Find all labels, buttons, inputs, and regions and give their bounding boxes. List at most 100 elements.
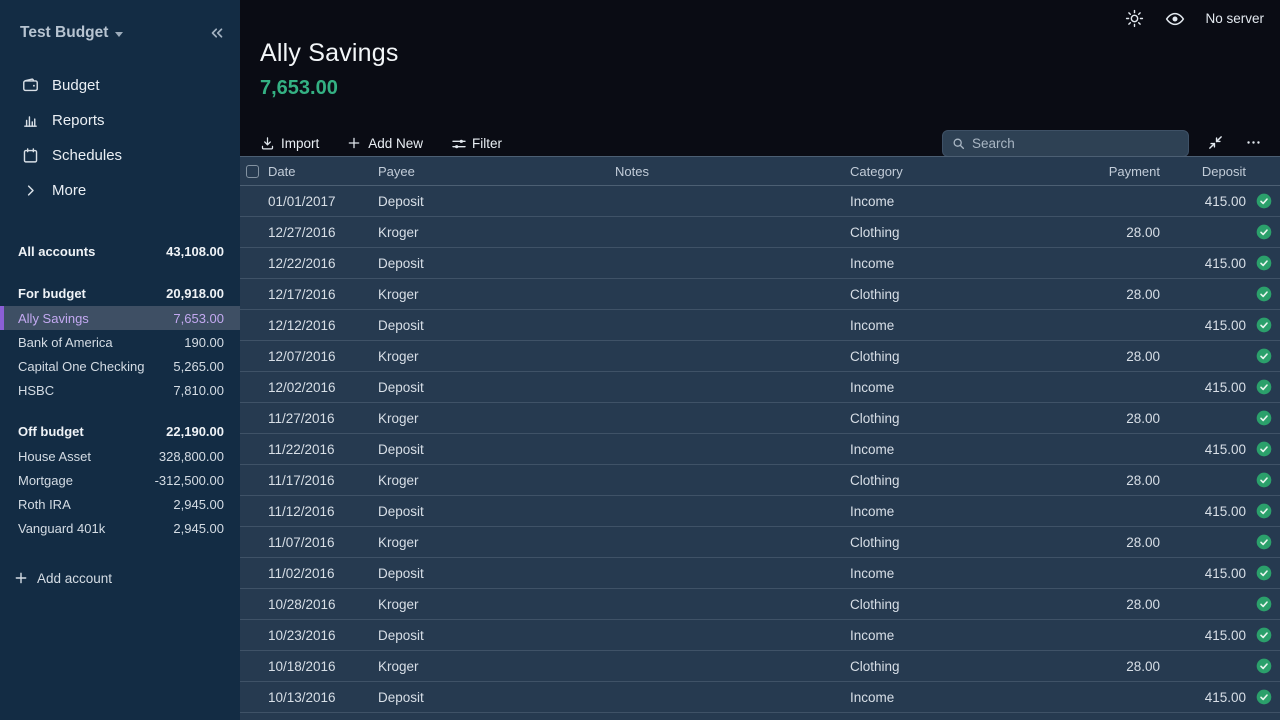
cell-payee[interactable]: Kroger (376, 535, 613, 550)
cleared-check-icon[interactable] (1256, 410, 1272, 426)
cleared-check-icon[interactable] (1256, 317, 1272, 333)
cell-category[interactable]: Clothing (848, 411, 1042, 426)
cell-payee[interactable]: Deposit (376, 380, 613, 395)
cell-category[interactable]: Income (848, 194, 1042, 209)
cell-category[interactable]: Income (848, 690, 1042, 705)
cleared-check-icon[interactable] (1256, 348, 1272, 364)
cell-category[interactable]: Income (848, 504, 1042, 519)
cell-deposit[interactable]: 415.00 (1162, 628, 1248, 643)
cell-deposit[interactable]: 415.00 (1162, 380, 1248, 395)
cell-payee[interactable]: Kroger (376, 597, 613, 612)
sidebar-item-reports[interactable]: Reports (0, 103, 240, 138)
cell-date[interactable]: 11/02/2016 (266, 566, 376, 581)
cell-date[interactable]: 12/27/2016 (266, 225, 376, 240)
cell-payment[interactable]: 28.00 (1042, 411, 1162, 426)
table-row[interactable]: 11/07/2016 Kroger Clothing 28.00 (240, 527, 1280, 558)
cell-deposit[interactable]: 415.00 (1162, 504, 1248, 519)
sidebar-account-item[interactable]: Ally Savings 7,653.00 (0, 306, 240, 330)
cell-category[interactable]: Income (848, 628, 1042, 643)
cell-category[interactable]: Income (848, 442, 1042, 457)
sidebar-account-group[interactable]: For budget 20,918.00 (0, 280, 240, 306)
table-row[interactable]: 11/12/2016 Deposit Income 415.00 (240, 496, 1280, 527)
sidebar-account-item[interactable]: Mortgage -312,500.00 (0, 468, 240, 492)
filter-button[interactable]: Filter (451, 136, 502, 151)
cell-date[interactable]: 11/22/2016 (266, 442, 376, 457)
collapse-transactions-button[interactable] (1207, 134, 1226, 153)
sidebar-item-more[interactable]: More (0, 173, 240, 208)
cell-payee[interactable]: Kroger (376, 349, 613, 364)
server-status-button[interactable]: No server (1205, 11, 1264, 26)
cell-payee[interactable]: Kroger (376, 473, 613, 488)
cell-payment[interactable]: 28.00 (1042, 535, 1162, 550)
sidebar-collapse-button[interactable] (208, 24, 226, 42)
cell-category[interactable]: Clothing (848, 535, 1042, 550)
select-all-checkbox[interactable] (246, 165, 259, 178)
table-row[interactable]: 12/12/2016 Deposit Income 415.00 (240, 310, 1280, 341)
table-row[interactable]: 11/17/2016 Kroger Clothing 28.00 (240, 465, 1280, 496)
cell-category[interactable]: Clothing (848, 225, 1042, 240)
cell-date[interactable]: 10/13/2016 (266, 690, 376, 705)
cell-payment[interactable]: 28.00 (1042, 287, 1162, 302)
import-button[interactable]: Import (260, 136, 319, 151)
cell-date[interactable]: 11/07/2016 (266, 535, 376, 550)
cell-date[interactable]: 12/17/2016 (266, 287, 376, 302)
cell-payee[interactable]: Deposit (376, 566, 613, 581)
cell-payment[interactable]: 28.00 (1042, 349, 1162, 364)
cell-deposit[interactable]: 415.00 (1162, 318, 1248, 333)
sidebar-item-budget[interactable]: Budget (0, 68, 240, 103)
sidebar-account-item[interactable]: Capital One Checking 5,265.00 (0, 354, 240, 378)
table-row[interactable]: 11/27/2016 Kroger Clothing 28.00 (240, 403, 1280, 434)
account-menu-button[interactable] (1245, 134, 1264, 153)
cell-category[interactable]: Clothing (848, 597, 1042, 612)
table-row[interactable]: 12/02/2016 Deposit Income 415.00 (240, 372, 1280, 403)
cell-category[interactable]: Clothing (848, 349, 1042, 364)
cell-date[interactable]: 12/02/2016 (266, 380, 376, 395)
cell-payment[interactable]: 28.00 (1042, 473, 1162, 488)
cell-payee[interactable]: Deposit (376, 194, 613, 209)
cleared-check-icon[interactable] (1256, 596, 1272, 612)
cleared-check-icon[interactable] (1256, 379, 1272, 395)
cleared-check-icon[interactable] (1256, 503, 1272, 519)
cell-category[interactable]: Income (848, 256, 1042, 271)
cleared-check-icon[interactable] (1256, 565, 1272, 581)
cleared-check-icon[interactable] (1256, 255, 1272, 271)
cell-category[interactable]: Income (848, 380, 1042, 395)
table-row[interactable]: 10/18/2016 Kroger Clothing 28.00 (240, 651, 1280, 682)
cell-date[interactable]: 11/27/2016 (266, 411, 376, 426)
sidebar-account-item[interactable]: Roth IRA 2,945.00 (0, 492, 240, 516)
cell-category[interactable]: Clothing (848, 287, 1042, 302)
cell-payee[interactable]: Kroger (376, 225, 613, 240)
cell-payment[interactable]: 28.00 (1042, 597, 1162, 612)
cell-date[interactable]: 10/18/2016 (266, 659, 376, 674)
cell-date[interactable]: 01/01/2017 (266, 194, 376, 209)
cell-payment[interactable]: 28.00 (1042, 659, 1162, 674)
cell-payment[interactable]: 28.00 (1042, 225, 1162, 240)
cell-category[interactable]: Clothing (848, 659, 1042, 674)
privacy-toggle-button[interactable] (1165, 9, 1184, 28)
cell-deposit[interactable]: 415.00 (1162, 690, 1248, 705)
cell-payee[interactable]: Deposit (376, 442, 613, 457)
cleared-check-icon[interactable] (1256, 658, 1272, 674)
sidebar-account-group[interactable]: Off budget 22,190.00 (0, 418, 240, 444)
cell-category[interactable]: Clothing (848, 473, 1042, 488)
table-row[interactable]: 12/27/2016 Kroger Clothing 28.00 (240, 217, 1280, 248)
account-balance-total[interactable]: 7,653.00 (260, 77, 1280, 100)
sidebar-account-item[interactable]: House Asset 328,800.00 (0, 444, 240, 468)
cell-payee[interactable]: Deposit (376, 628, 613, 643)
cleared-check-icon[interactable] (1256, 534, 1272, 550)
table-row[interactable]: 12/17/2016 Kroger Clothing 28.00 (240, 279, 1280, 310)
cell-payee[interactable]: Kroger (376, 659, 613, 674)
add-account-button[interactable]: Add account (0, 566, 240, 590)
cell-date[interactable]: 11/12/2016 (266, 504, 376, 519)
search-input[interactable] (972, 136, 1179, 151)
table-row[interactable]: 11/22/2016 Deposit Income 415.00 (240, 434, 1280, 465)
cell-deposit[interactable]: 415.00 (1162, 566, 1248, 581)
cell-date[interactable]: 10/28/2016 (266, 597, 376, 612)
cleared-check-icon[interactable] (1256, 441, 1272, 457)
table-row[interactable]: 10/23/2016 Deposit Income 415.00 (240, 620, 1280, 651)
cell-category[interactable]: Income (848, 318, 1042, 333)
cleared-check-icon[interactable] (1256, 224, 1272, 240)
cell-payee[interactable]: Deposit (376, 318, 613, 333)
table-row[interactable]: 10/13/2016 Deposit Income 415.00 (240, 682, 1280, 713)
cleared-check-icon[interactable] (1256, 286, 1272, 302)
